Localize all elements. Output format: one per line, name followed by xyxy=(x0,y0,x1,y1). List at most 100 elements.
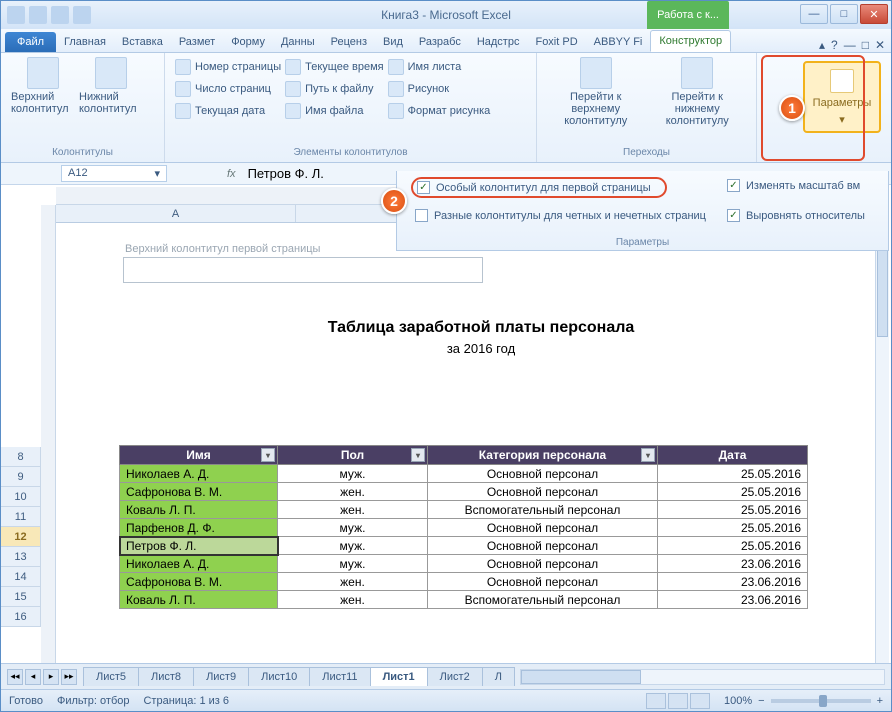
sheet-tab-active[interactable]: Лист1 xyxy=(370,667,428,686)
checkbox-scale[interactable]: ✓ xyxy=(727,179,740,192)
sheet-nav-prev[interactable]: ◂ xyxy=(25,669,41,685)
sheet-tab[interactable]: Л xyxy=(482,667,515,686)
zoom-in-button[interactable]: + xyxy=(877,695,883,707)
tab-design[interactable]: Конструктор xyxy=(650,30,731,52)
zoom-slider[interactable] xyxy=(771,699,871,703)
tab-formulas[interactable]: Форму xyxy=(223,32,273,52)
parameters-button[interactable]: Параметры ▾ xyxy=(803,61,881,133)
th-date[interactable]: Дата xyxy=(658,446,808,465)
vertical-scrollbar[interactable] xyxy=(875,187,889,663)
header-button[interactable]: Верхний колонтитул xyxy=(11,57,75,115)
row-header[interactable]: 8 xyxy=(1,447,41,467)
table-row[interactable]: Сафронова В. М.жен.Основной персонал23.0… xyxy=(120,573,808,591)
option-odd-even[interactable]: Разные колонтитулы для четных и нечетных… xyxy=(415,209,706,222)
sheet-tab[interactable]: Лист2 xyxy=(427,667,483,686)
tab-home[interactable]: Главная xyxy=(56,32,114,52)
tab-foxit[interactable]: Foxit PD xyxy=(527,32,585,52)
page-number-button[interactable]: Номер страницы xyxy=(175,57,281,77)
table-row[interactable]: Коваль Л. П.жен.Вспомогательный персонал… xyxy=(120,591,808,609)
sheet-nav-first[interactable]: ◂◂ xyxy=(7,669,23,685)
formula-bar-value[interactable]: Петров Ф. Л. xyxy=(248,166,324,181)
namebox-dropdown-icon[interactable]: ▾ xyxy=(154,167,160,180)
sheet-nav-next[interactable]: ▸ xyxy=(43,669,59,685)
table-row[interactable]: Сафронова В. М.жен.Основной персонал25.0… xyxy=(120,483,808,501)
scrollbar-thumb[interactable] xyxy=(521,670,641,684)
filter-icon[interactable]: ▾ xyxy=(261,448,275,462)
minimize-button[interactable]: — xyxy=(800,4,828,24)
doc-minimize-icon[interactable]: — xyxy=(844,38,856,52)
sheet-tab[interactable]: Лист10 xyxy=(248,667,310,686)
footer-button[interactable]: Нижний колонтитул xyxy=(79,57,143,115)
page-count-button[interactable]: Число страниц xyxy=(175,79,281,99)
sheet-name-button[interactable]: Имя листа xyxy=(388,57,491,77)
ribbon-collapse-icon[interactable]: ▴ xyxy=(819,38,825,52)
help-icon[interactable]: ? xyxy=(831,38,838,52)
redo-icon[interactable] xyxy=(73,6,91,24)
maximize-button[interactable]: □ xyxy=(830,4,858,24)
th-name[interactable]: Имя▾ xyxy=(120,446,278,465)
sheet-tab[interactable]: Лист5 xyxy=(83,667,139,686)
col-header-a[interactable]: A xyxy=(56,205,296,222)
tab-view[interactable]: Вид xyxy=(375,32,411,52)
current-date-button[interactable]: Текущая дата xyxy=(175,101,281,121)
sheet-tab[interactable]: Лист9 xyxy=(193,667,249,686)
checkbox-odd-even[interactable] xyxy=(415,209,428,222)
option-align[interactable]: ✓ Выровнять относителы xyxy=(727,209,865,222)
zoom-level[interactable]: 100% xyxy=(724,695,752,707)
format-picture-button[interactable]: Формат рисунка xyxy=(388,101,491,121)
excel-icon[interactable] xyxy=(7,6,25,24)
view-page-layout[interactable] xyxy=(668,693,688,709)
tab-addins[interactable]: Надстрс xyxy=(469,32,528,52)
file-name-button[interactable]: Имя файла xyxy=(285,101,383,121)
tab-review[interactable]: Реценз xyxy=(323,32,375,52)
close-button[interactable]: ✕ xyxy=(860,4,888,24)
view-normal[interactable] xyxy=(646,693,666,709)
table-row[interactable]: Парфенов Д. Ф.муж.Основной персонал25.05… xyxy=(120,519,808,537)
fx-icon[interactable]: fx xyxy=(227,168,236,180)
tab-insert[interactable]: Вставка xyxy=(114,32,171,52)
table-row[interactable]: Коваль Л. П.жен.Вспомогательный персонал… xyxy=(120,501,808,519)
filter-icon[interactable]: ▾ xyxy=(641,448,655,462)
doc-close-icon[interactable]: ✕ xyxy=(875,38,885,52)
doc-maximize-icon[interactable]: □ xyxy=(862,38,869,52)
table-row[interactable]: Николаев А. Д.муж.Основной персонал25.05… xyxy=(120,465,808,483)
picture-button[interactable]: Рисунок xyxy=(388,79,491,99)
row-header[interactable]: 16 xyxy=(1,607,41,627)
goto-footer-button[interactable]: Перейти к нижнему колонтитулу xyxy=(649,57,747,127)
zoom-out-button[interactable]: − xyxy=(758,695,764,707)
row-header[interactable]: 10 xyxy=(1,487,41,507)
row-header[interactable]: 14 xyxy=(1,567,41,587)
th-gender[interactable]: Пол▾ xyxy=(278,446,428,465)
table-row[interactable]: Николаев А. Д.муж.Основной персонал23.06… xyxy=(120,555,808,573)
save-icon[interactable] xyxy=(29,6,47,24)
tab-abbyy[interactable]: ABBYY Fi xyxy=(586,32,651,52)
th-category[interactable]: Категория персонала▾ xyxy=(428,446,658,465)
row-header[interactable]: 11 xyxy=(1,507,41,527)
sheet-nav-last[interactable]: ▸▸ xyxy=(61,669,77,685)
row-header[interactable]: 9 xyxy=(1,467,41,487)
header-input-box[interactable] xyxy=(123,257,483,283)
tab-developer[interactable]: Разрабс xyxy=(411,32,469,52)
horizontal-scrollbar[interactable] xyxy=(520,669,885,685)
option-first-page[interactable]: ✓ Особый колонтитул для первой страницы xyxy=(411,177,667,198)
view-page-break[interactable] xyxy=(690,693,710,709)
file-path-button[interactable]: Путь к файлу xyxy=(285,79,383,99)
row-header[interactable]: 15 xyxy=(1,587,41,607)
filter-icon[interactable]: ▾ xyxy=(411,448,425,462)
option-scale[interactable]: ✓ Изменять масштаб вм xyxy=(727,179,860,192)
tab-layout[interactable]: Размет xyxy=(171,32,223,52)
row-header-selected[interactable]: 12 xyxy=(1,527,41,547)
table-row-selected[interactable]: Петров Ф. Л.муж.Основной персонал25.05.2… xyxy=(120,537,808,555)
tab-data[interactable]: Данны xyxy=(273,32,323,52)
zoom-slider-thumb[interactable] xyxy=(819,695,827,707)
sheet-tab[interactable]: Лист11 xyxy=(309,667,370,686)
current-time-button[interactable]: Текущее время xyxy=(285,57,383,77)
sheet-tab[interactable]: Лист8 xyxy=(138,667,194,686)
goto-header-button[interactable]: Перейти к верхнему колонтитулу xyxy=(547,57,645,127)
name-box[interactable]: A12▾ xyxy=(61,165,167,182)
tab-file[interactable]: Файл xyxy=(5,32,56,52)
checkbox-first-page[interactable]: ✓ xyxy=(417,181,430,194)
row-header[interactable]: 13 xyxy=(1,547,41,567)
checkbox-align[interactable]: ✓ xyxy=(727,209,740,222)
undo-icon[interactable] xyxy=(51,6,69,24)
